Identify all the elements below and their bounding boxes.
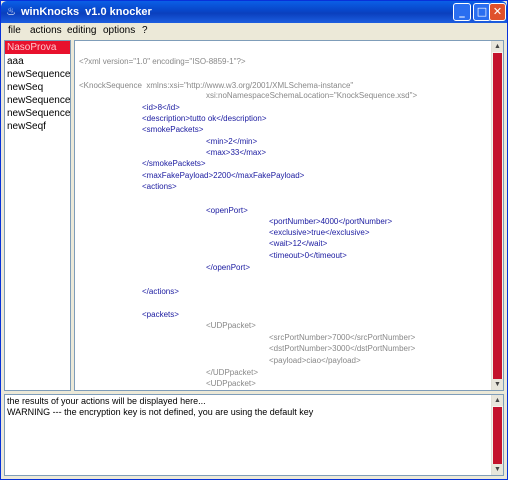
xml-line: <smokePackets>: [142, 125, 204, 134]
xml-line: <dstPortNumber>3000</dstPortNumber>: [269, 344, 416, 353]
scroll-down-arrow-icon[interactable]: ▼: [492, 464, 503, 475]
scroll-down-arrow-icon[interactable]: ▼: [492, 379, 503, 390]
list-item[interactable]: aaa: [5, 55, 70, 68]
xml-line: </smokePackets>: [142, 159, 206, 168]
xml-line: <UDPpacket>: [206, 379, 256, 388]
xml-line: </openPort>: [206, 263, 251, 272]
xml-line: <wait>12</wait>: [269, 239, 328, 248]
close-button[interactable]: ✕: [489, 3, 506, 21]
output-panel[interactable]: the results of your actions will be disp…: [4, 394, 504, 476]
output-scrollbar[interactable]: ▲ ▼: [491, 395, 503, 475]
xml-line: <packets>: [142, 310, 179, 319]
xml-line: <actions>: [142, 182, 177, 191]
xml-line: <?xml version="1.0" encoding="ISO-8859-1…: [79, 57, 246, 66]
xml-line: <payload>ciao</payload>: [269, 356, 361, 365]
java-cup-icon: ♨: [6, 6, 16, 18]
xml-line: <id>8</id>: [142, 103, 180, 112]
window-title: winKnocks v1.0 knocker: [21, 6, 152, 18]
app-window: ♨ winKnocks v1.0 knocker _ □ ✕ file acti…: [0, 0, 508, 480]
sequence-list[interactable]: NasoProva aaa newSequence0 newSeq newSeq…: [4, 40, 71, 391]
xml-line: <srcPortNumber>7000</srcPortNumber>: [269, 333, 416, 342]
xml-line: xsi:noNamespaceSchemaLocation="KnockSequ…: [206, 91, 418, 100]
xml-line: <description>tutto ok</description>: [142, 114, 267, 123]
scroll-up-arrow-icon[interactable]: ▲: [492, 41, 503, 52]
xml-line: <KnockSequence xmlns:xsi="http://www.w3.…: [79, 81, 354, 90]
xml-editor[interactable]: <?xml version="1.0" encoding="ISO-8859-1…: [74, 40, 504, 391]
list-item[interactable]: newSequence1: [5, 94, 70, 107]
xml-line: <openPort>: [206, 206, 248, 215]
minimize-button[interactable]: _: [453, 3, 471, 21]
xml-line: <min>2</min>: [206, 137, 258, 146]
xml-line: <portNumber>4000</portNumber>: [269, 217, 393, 226]
output-line: WARNING --- the encryption key is not de…: [7, 407, 314, 417]
xml-line: <max>33</max>: [206, 148, 267, 157]
list-item[interactable]: newSequence3: [5, 107, 70, 120]
output-line: the results of your actions will be disp…: [7, 396, 206, 406]
xml-line: <timeout>0</timeout>: [269, 251, 347, 260]
list-item[interactable]: newSeq: [5, 81, 70, 94]
menu-editing[interactable]: editing: [67, 23, 96, 39]
list-item[interactable]: newSeqf: [5, 120, 70, 133]
xml-line: <UDPpacket>: [206, 321, 256, 330]
xml-line: </UDPpacket>: [206, 368, 259, 377]
scroll-thumb[interactable]: [493, 407, 502, 465]
menu-help[interactable]: ?: [142, 23, 148, 39]
xml-line: <exclusive>true</exclusive>: [269, 228, 370, 237]
menu-bar: file actions editing options ?: [2, 23, 506, 39]
menu-file[interactable]: file: [8, 23, 21, 39]
xml-line: <maxFakePayload>2200</maxFakePayload>: [142, 171, 305, 180]
editor-scrollbar[interactable]: ▲ ▼: [491, 41, 503, 390]
list-item[interactable]: newSequence0: [5, 68, 70, 81]
scroll-thumb[interactable]: [493, 53, 502, 379]
menu-actions[interactable]: actions: [30, 23, 62, 39]
title-bar[interactable]: ♨ winKnocks v1.0 knocker _ □ ✕: [1, 1, 507, 23]
scroll-up-arrow-icon[interactable]: ▲: [492, 395, 503, 406]
list-item[interactable]: NasoProva: [5, 41, 70, 54]
menu-options[interactable]: options: [103, 23, 135, 39]
xml-line: </actions>: [142, 287, 179, 296]
